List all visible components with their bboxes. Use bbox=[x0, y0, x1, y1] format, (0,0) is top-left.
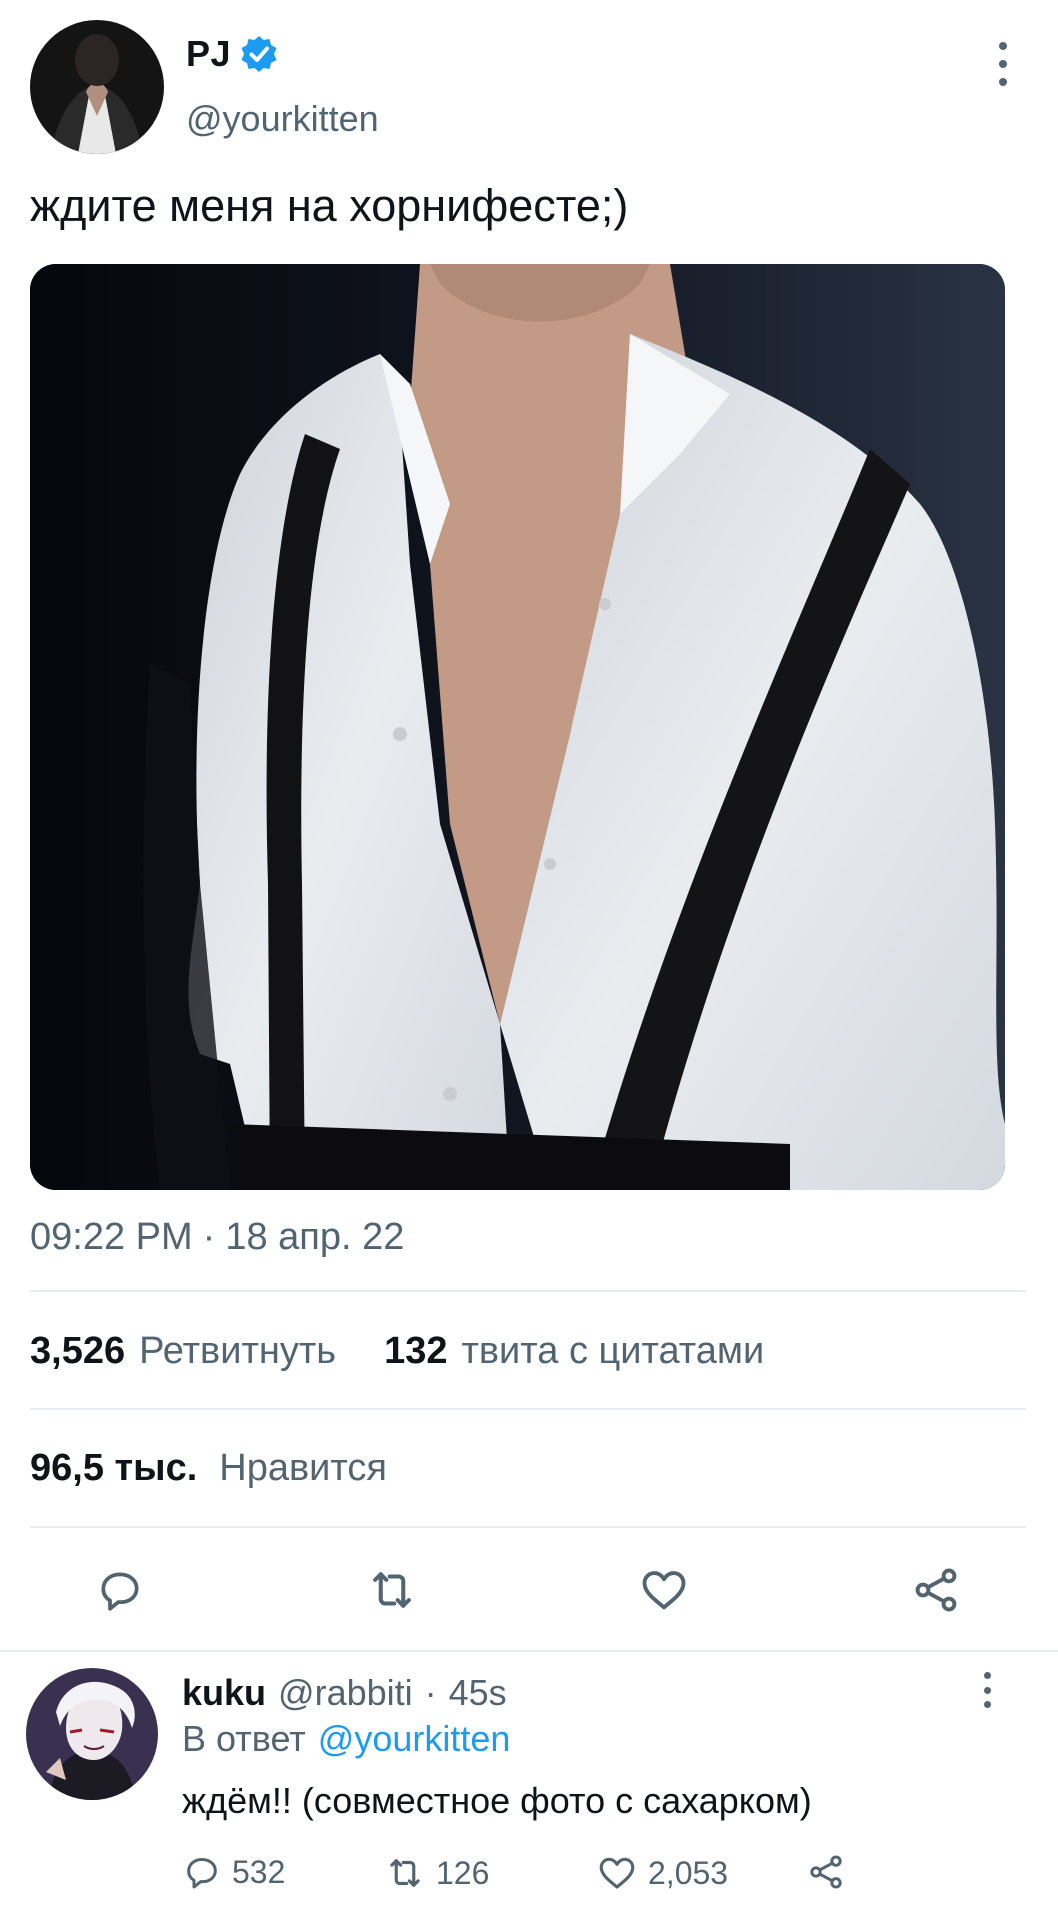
meta-separator: · bbox=[202, 1216, 216, 1258]
author-avatar[interactable] bbox=[30, 20, 164, 154]
retweet-icon bbox=[390, 1859, 420, 1887]
like-count[interactable]: 96,5 тыс. bbox=[30, 1447, 197, 1490]
heart-icon bbox=[642, 1571, 686, 1610]
like-label[interactable]: Нравится bbox=[219, 1447, 387, 1490]
reply-share-button[interactable] bbox=[806, 1852, 846, 1892]
reply-reply-button[interactable]: 532 bbox=[182, 1852, 285, 1892]
share-icon bbox=[915, 1568, 957, 1612]
reply-retweet-count: 126 bbox=[436, 1854, 490, 1891]
tweet-text: ждите меня на хорнифесте;) bbox=[30, 180, 629, 231]
reply-author-avatar[interactable] bbox=[26, 1668, 158, 1800]
reply-like-count: 2,053 bbox=[648, 1854, 729, 1891]
tweet-media-image[interactable] bbox=[30, 264, 1005, 1190]
like-button[interactable] bbox=[634, 1560, 694, 1620]
section-divider bbox=[0, 1650, 1058, 1652]
reply-author-name[interactable]: kuku bbox=[182, 1672, 266, 1714]
share-button[interactable] bbox=[906, 1560, 966, 1620]
divider bbox=[30, 1408, 1026, 1410]
heart-icon bbox=[599, 1857, 635, 1889]
share-icon bbox=[810, 1855, 842, 1889]
divider bbox=[30, 1290, 1026, 1292]
reply-like-button[interactable]: 2,053 bbox=[596, 1852, 728, 1894]
reply-icon bbox=[101, 1572, 139, 1611]
reply-button[interactable] bbox=[90, 1560, 150, 1620]
reply-icon bbox=[187, 1858, 217, 1889]
retweet-button[interactable] bbox=[362, 1560, 422, 1620]
quote-label[interactable]: твита с цитатами bbox=[461, 1330, 764, 1373]
retweet-count[interactable]: 3,526 bbox=[30, 1330, 125, 1373]
divider bbox=[30, 1526, 1026, 1528]
reply-reply-count: 532 bbox=[232, 1853, 286, 1890]
reply-more-options-icon[interactable] bbox=[980, 1672, 994, 1708]
reply-author-handle[interactable]: @rabbiti bbox=[278, 1672, 413, 1714]
reply-text: ждём!! (совместное фото с сахарком) bbox=[182, 1780, 812, 1821]
retweet-icon bbox=[373, 1572, 411, 1608]
reply-age[interactable]: 45s bbox=[449, 1672, 507, 1714]
reply-separator: · bbox=[424, 1672, 437, 1713]
in-reply-to-handle[interactable]: @yourkitten bbox=[318, 1718, 511, 1760]
in-reply-to-label: В ответ bbox=[182, 1718, 306, 1759]
author-name[interactable]: PJ bbox=[186, 33, 231, 75]
quote-count[interactable]: 132 bbox=[384, 1330, 447, 1373]
tweet-date[interactable]: 18 апр. 22 bbox=[225, 1216, 404, 1259]
more-options-icon[interactable] bbox=[996, 42, 1010, 86]
retweet-label[interactable]: Ретвитнуть bbox=[139, 1330, 336, 1373]
author-handle[interactable]: @yourkitten bbox=[186, 98, 379, 140]
reply-retweet-button[interactable]: 126 bbox=[384, 1852, 489, 1894]
tweet-time[interactable]: 09:22 PM bbox=[30, 1216, 193, 1259]
verified-badge-icon bbox=[239, 34, 279, 74]
